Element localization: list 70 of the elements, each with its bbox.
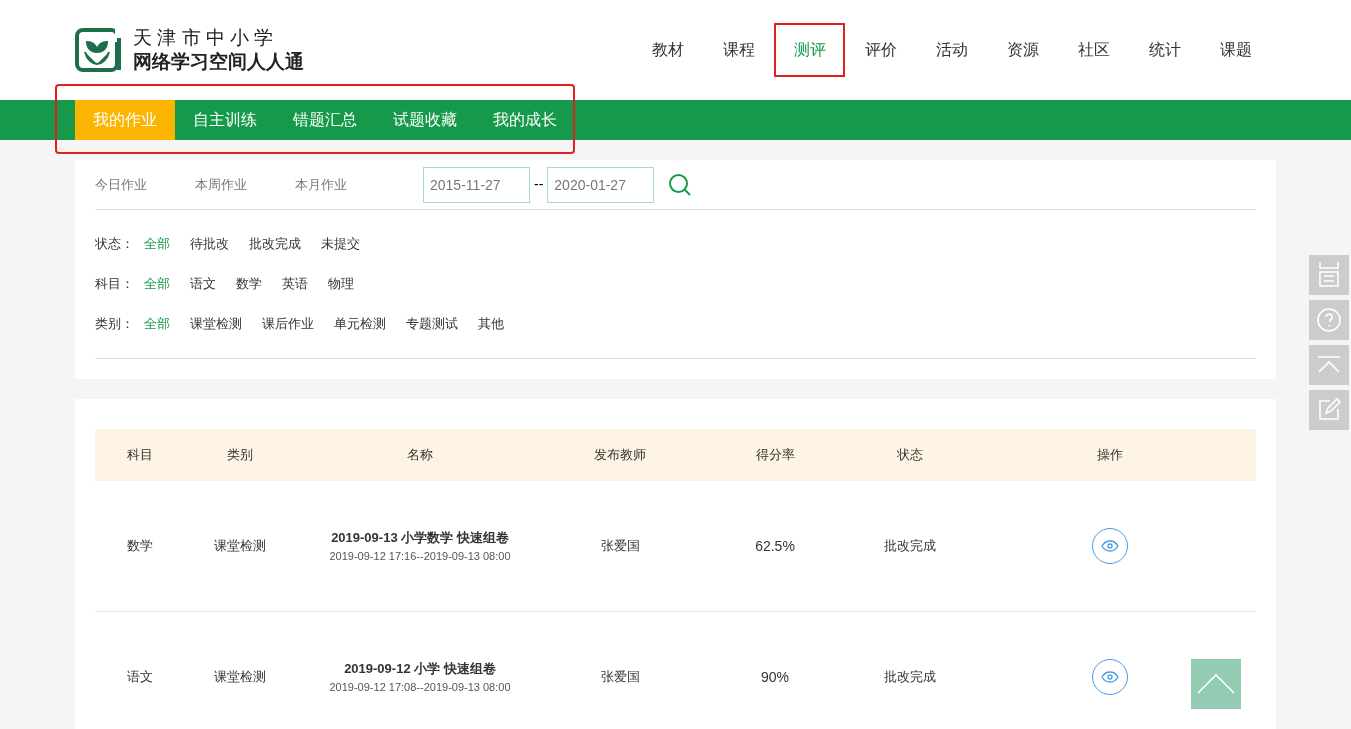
filter-option[interactable]: 语文 bbox=[190, 274, 216, 294]
eye-icon bbox=[1101, 540, 1119, 552]
filter-label: 类别： bbox=[95, 315, 134, 334]
table-cell-text: 课堂检测 bbox=[213, 537, 267, 556]
filter-option[interactable]: 英语 bbox=[282, 274, 308, 294]
logo-icon bbox=[75, 28, 123, 72]
subnav-tab[interactable]: 错题汇总 bbox=[275, 100, 375, 140]
table-cell-text: 张爱国 bbox=[599, 537, 641, 556]
help-icon[interactable] bbox=[1309, 300, 1349, 340]
column-header: 科目 bbox=[126, 446, 154, 465]
search-icon[interactable] bbox=[668, 172, 693, 197]
column-header: 发布教师 bbox=[593, 446, 647, 465]
table-cell-text: 张爱国 bbox=[599, 668, 641, 687]
table-cell-text: 批改完成 bbox=[883, 668, 937, 687]
edit-icon[interactable] bbox=[1309, 390, 1349, 430]
date-separator: -- bbox=[534, 175, 544, 194]
column-header: 得分率 bbox=[754, 446, 796, 465]
column-header: 操作 bbox=[1096, 446, 1124, 465]
table-cell-text: 课堂检测 bbox=[213, 668, 267, 687]
table-cell-text: 90% bbox=[760, 667, 790, 687]
nav-link[interactable]: 测评 bbox=[774, 23, 845, 77]
table-cell-text: 62.5% bbox=[754, 536, 796, 556]
chevron-up-icon bbox=[1197, 673, 1235, 695]
nav-link[interactable]: 评价 bbox=[845, 23, 916, 77]
column-header: 名称 bbox=[406, 446, 434, 465]
logo-title: 天 津 市 中 小 学 bbox=[133, 26, 275, 50]
table-cell-text: 语文 bbox=[126, 668, 154, 687]
assignment-time: 2019-09-12 17:08--2019-09-13 08:00 bbox=[329, 679, 511, 695]
nav-link[interactable]: 活动 bbox=[916, 23, 987, 77]
period-tab[interactable]: 今日作业 bbox=[95, 174, 195, 195]
nav-link[interactable]: 教材 bbox=[632, 23, 703, 77]
subnav-tab[interactable]: 自主训练 bbox=[175, 100, 275, 140]
back-to-top-icon[interactable] bbox=[1309, 345, 1349, 385]
filter-label: 科目： bbox=[95, 275, 134, 294]
column-header: 状态 bbox=[896, 446, 924, 465]
table-cell-text: 批改完成 bbox=[883, 537, 937, 556]
nav-link[interactable]: 社区 bbox=[1058, 23, 1129, 77]
start-date-field[interactable]: 2015-11-27 bbox=[423, 166, 530, 203]
assignment-name: 2019-09-13 小学数学 快速组卷 bbox=[331, 529, 509, 547]
filter-option[interactable]: 专题测试 bbox=[406, 314, 458, 334]
filter-label: 状态： bbox=[95, 235, 134, 254]
filter-option[interactable]: 单元检测 bbox=[334, 314, 386, 334]
nav-link[interactable]: 资源 bbox=[987, 23, 1058, 77]
nav-link[interactable]: 课题 bbox=[1200, 23, 1271, 77]
period-tab[interactable]: 本周作业 bbox=[195, 174, 295, 195]
filter-option[interactable]: 全部 bbox=[144, 314, 170, 334]
filter-option[interactable]: 全部 bbox=[144, 234, 170, 254]
document-icon[interactable] bbox=[1309, 255, 1349, 295]
logo-subtitle: 网络学习空间人人通 bbox=[133, 50, 304, 74]
filter-option[interactable]: 其他 bbox=[478, 314, 504, 334]
end-date-field[interactable]: 2020-01-27 bbox=[547, 166, 655, 203]
subnav-tab[interactable]: 试题收藏 bbox=[375, 100, 475, 140]
filter-option[interactable]: 数学 bbox=[236, 274, 262, 294]
filter-option[interactable]: 全部 bbox=[144, 274, 170, 294]
table-cell-text: 数学 bbox=[126, 537, 154, 556]
filter-option[interactable]: 未提交 bbox=[321, 234, 360, 254]
filter-option[interactable]: 课后作业 bbox=[262, 314, 314, 334]
subnav-tab[interactable]: 我的成长 bbox=[475, 100, 575, 140]
assignment-time: 2019-09-12 17:16--2019-09-13 08:00 bbox=[329, 548, 511, 564]
nav-link[interactable]: 课程 bbox=[703, 23, 774, 77]
filter-option[interactable]: 待批改 bbox=[190, 234, 229, 254]
eye-icon bbox=[1101, 671, 1119, 683]
period-tab[interactable]: 本月作业 bbox=[295, 174, 395, 195]
filter-option[interactable]: 物理 bbox=[328, 274, 354, 294]
column-header: 类别 bbox=[226, 446, 254, 465]
assignment-name: 2019-09-12 小学 快速组卷 bbox=[344, 660, 496, 678]
nav-link[interactable]: 统计 bbox=[1129, 23, 1200, 77]
filter-option[interactable]: 批改完成 bbox=[249, 234, 301, 254]
scroll-top-button[interactable] bbox=[1191, 659, 1241, 709]
filter-option[interactable]: 课堂检测 bbox=[190, 314, 242, 334]
